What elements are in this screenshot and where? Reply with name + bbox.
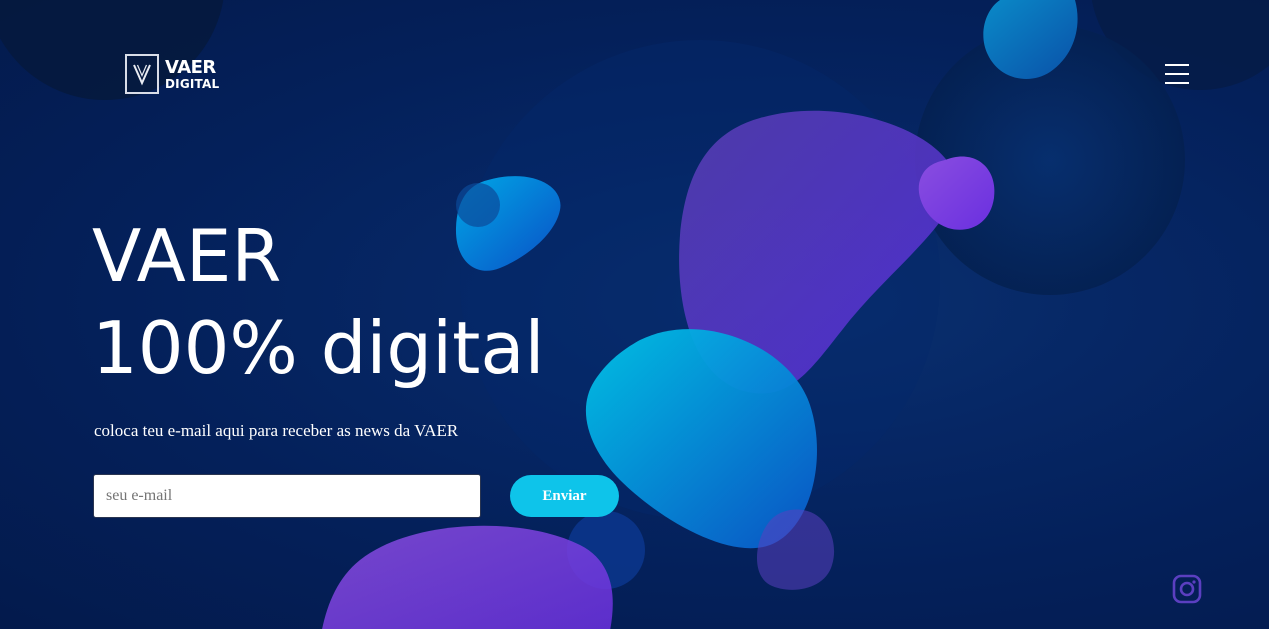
logo-wordmark: VAER DIGITAL xyxy=(165,56,220,91)
email-input[interactable] xyxy=(93,474,481,518)
logo-line2: DIGITAL xyxy=(165,76,220,91)
logo-line1: VAER xyxy=(165,56,216,78)
instagram-icon[interactable] xyxy=(1172,574,1202,604)
hero-title: VAER 100% digital xyxy=(92,210,545,394)
menu-bar-top xyxy=(1165,64,1189,66)
hero-title-line2: 100% digital xyxy=(92,306,545,390)
brand-logo[interactable]: VAER DIGITAL xyxy=(125,52,219,96)
hamburger-menu-icon[interactable] xyxy=(1160,60,1194,88)
logo-monogram xyxy=(125,54,159,94)
newsletter-subtitle: coloca teu e-mail aqui para receber as n… xyxy=(94,421,459,440)
hero-title-line1: VAER xyxy=(92,214,282,298)
menu-bar-middle xyxy=(1165,73,1189,75)
blob-purple-bottom xyxy=(322,525,613,629)
send-button[interactable]: Enviar xyxy=(510,475,619,517)
logo-v-icon xyxy=(133,64,151,86)
menu-bar-bottom xyxy=(1165,82,1189,84)
